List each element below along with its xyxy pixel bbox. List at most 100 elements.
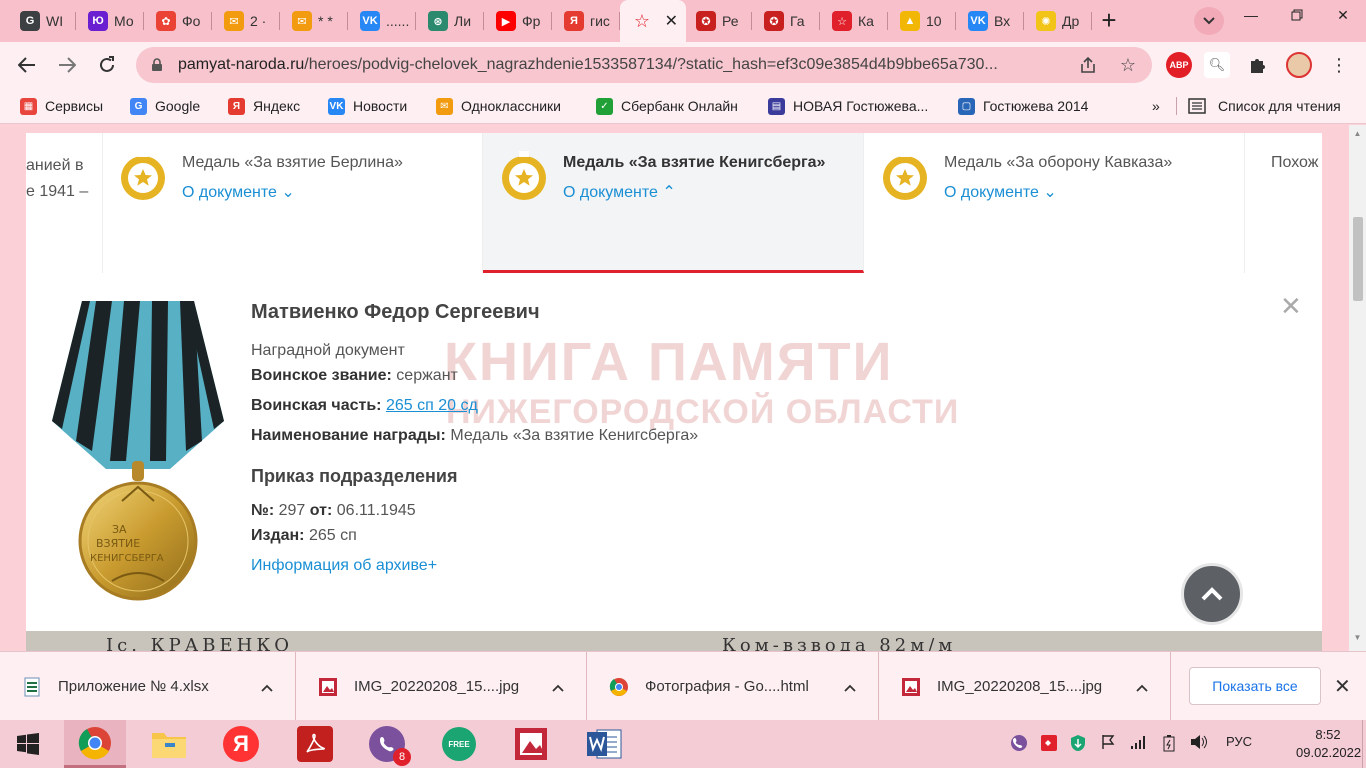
browser-tab[interactable]: Ю Мо	[76, 0, 144, 42]
chrome-file-icon	[609, 677, 628, 696]
rank-value: сержант	[396, 367, 458, 384]
bookmarks-overflow-button[interactable]: »	[1152, 95, 1160, 117]
scrollbar-thumb[interactable]	[1353, 217, 1363, 301]
bookmark-item[interactable]: ✓ Сбербанк Онлайн	[596, 95, 738, 117]
anydesk-tray-icon[interactable]	[1040, 734, 1058, 755]
medal-card[interactable]: Медаль «За оборону Кавказа» О документе ⌄	[864, 133, 1245, 273]
scroll-up-arrow[interactable]: ▲	[1352, 129, 1363, 138]
bookmark-favicon-icon: ▦	[20, 97, 37, 115]
download-options-chevron-icon[interactable]	[261, 679, 273, 695]
medal-card[interactable]: Медаль «За взятие Кенигсберга» О документ…	[483, 133, 864, 273]
maximize-button[interactable]	[1274, 0, 1320, 30]
browser-tab[interactable]: ☆ ✕	[620, 0, 686, 42]
tab-favicon-icon: ⊛	[428, 11, 448, 31]
browser-tab[interactable]: VK Вх	[956, 0, 1024, 42]
browser-tab[interactable]: ✪ Га	[752, 0, 820, 42]
browser-tab[interactable]: ☆ Ка	[820, 0, 888, 42]
browser-tab[interactable]: ✿ Фо	[144, 0, 212, 42]
download-item[interactable]: IMG_20220208_15....jpg	[879, 652, 1171, 721]
download-item[interactable]: Фотография - Go....html	[587, 652, 879, 721]
taskbar-free-vpn[interactable]: FREE	[428, 720, 490, 768]
profile-avatar[interactable]	[1286, 52, 1312, 78]
medal-card[interactable]: Медаль «За взятие Берлина» О документе ⌄	[102, 133, 483, 273]
order-no-value: 297	[278, 502, 306, 519]
close-window-button[interactable]: ✕	[1320, 0, 1366, 30]
tab-label: Ре	[722, 13, 739, 29]
archive-info-link[interactable]: Информация об архиве+	[251, 557, 437, 575]
network-signal-icon[interactable]	[1130, 734, 1148, 753]
browser-tab[interactable]: G WI	[8, 0, 76, 42]
tab-search-button[interactable]	[1194, 7, 1224, 35]
browser-tab[interactable]: ✉ * *	[280, 0, 348, 42]
browser-tab[interactable]: ✪ Ре	[684, 0, 752, 42]
bookmark-item[interactable]: ▤ НОВАЯ Гостюжева...	[768, 95, 928, 117]
browser-tab[interactable]: ⊛ Ли	[416, 0, 484, 42]
share-icon[interactable]	[1078, 55, 1098, 75]
taskbar-acrobat[interactable]	[284, 720, 346, 768]
taskbar-word[interactable]	[574, 720, 636, 768]
minimize-button[interactable]: —	[1228, 0, 1274, 30]
browser-tab[interactable]: ✺ Др	[1024, 0, 1092, 42]
taskbar-image-viewer[interactable]	[500, 720, 562, 768]
shield-tray-icon[interactable]	[1070, 734, 1086, 755]
bookmark-star-icon[interactable]: ☆	[1118, 55, 1138, 75]
show-desktop-button[interactable]	[1362, 720, 1366, 768]
browser-tab[interactable]: ▲ 10	[888, 0, 956, 42]
forward-button[interactable]	[52, 50, 82, 80]
show-all-downloads-button[interactable]: Показать все	[1189, 667, 1321, 705]
browser-menu-button[interactable]: ⋮	[1326, 52, 1352, 78]
download-item[interactable]: Приложение № 4.xlsx	[0, 652, 296, 721]
start-button[interactable]	[0, 720, 56, 768]
download-options-chevron-icon[interactable]	[552, 679, 564, 695]
download-item[interactable]: IMG_20220208_15....jpg	[296, 652, 587, 721]
bookmark-item[interactable]: G Google	[130, 95, 200, 117]
new-tab-button[interactable]: +	[1094, 6, 1124, 36]
partial-medal-card[interactable]: анией в е 1941 –	[26, 153, 88, 205]
unit-link[interactable]: 265 сп 20 сд	[386, 397, 478, 414]
lock-icon[interactable]	[150, 58, 164, 72]
search-extension-icon[interactable]: 🔍︎	[1204, 52, 1230, 78]
bookmark-favicon-icon: Я	[228, 97, 245, 115]
tab-close-icon[interactable]: ✕	[665, 11, 678, 31]
bookmark-item[interactable]: Я Яндекс	[228, 95, 300, 117]
image-viewer-icon	[515, 728, 547, 760]
browser-tab[interactable]: VK......	[348, 0, 416, 42]
bookmark-item[interactable]: VK Новости	[328, 95, 407, 117]
about-document-toggle[interactable]: О документе ⌄	[182, 182, 295, 202]
volume-icon[interactable]	[1190, 734, 1208, 753]
scroll-to-top-button[interactable]	[1181, 563, 1243, 625]
bookmark-label: Сбербанк Онлайн	[621, 98, 738, 114]
browser-tab[interactable]: ▶ Фр	[484, 0, 552, 42]
taskbar-yandex-browser[interactable]: Я	[210, 720, 272, 768]
about-document-toggle[interactable]: О документе ⌃	[563, 182, 676, 202]
download-options-chevron-icon[interactable]	[844, 679, 856, 695]
back-button[interactable]	[12, 50, 42, 80]
partial-medal-card-right[interactable]: Похож	[1271, 154, 1318, 172]
address-bar[interactable]: pamyat-naroda.ru/heroes/podvig-chelovek_…	[136, 47, 1152, 83]
taskbar-file-explorer[interactable]	[138, 720, 200, 768]
download-options-chevron-icon[interactable]	[1136, 679, 1148, 695]
close-icon[interactable]: ✕	[1280, 291, 1302, 322]
bookmark-label: Гостюжева 2014	[983, 98, 1089, 114]
browser-tab[interactable]: Ягис	[552, 0, 620, 42]
close-downloads-bar-button[interactable]: ✕	[1334, 674, 1351, 699]
system-clock[interactable]: 8:52 09.02.2022	[1296, 726, 1361, 762]
scroll-down-arrow[interactable]: ▼	[1352, 633, 1363, 642]
browser-tab[interactable]: ✉ 2 ·	[212, 0, 280, 42]
bookmark-item[interactable]: ✉ Одноклассники	[436, 95, 561, 117]
reload-button[interactable]	[92, 50, 122, 80]
taskbar-viber[interactable]: 8	[356, 720, 418, 768]
flag-tray-icon[interactable]	[1100, 734, 1116, 753]
adblock-extension-icon[interactable]: ABP	[1166, 52, 1192, 78]
extensions-puzzle-icon[interactable]	[1245, 52, 1271, 78]
taskbar-chrome[interactable]	[64, 720, 126, 768]
url-text[interactable]: pamyat-naroda.ru/heroes/podvig-chelovek_…	[178, 56, 1058, 74]
about-document-toggle[interactable]: О документе ⌄	[944, 182, 1057, 202]
viber-tray-icon[interactable]	[1010, 734, 1028, 755]
language-indicator[interactable]: РУС	[1226, 734, 1252, 749]
bookmark-item[interactable]: ▦ Сервисы	[20, 95, 103, 117]
reading-list-button[interactable]: Список для чтения	[1188, 95, 1341, 117]
bookmark-item[interactable]: ▢ Гостюжева 2014	[958, 95, 1088, 117]
battery-icon[interactable]	[1160, 734, 1178, 755]
page-scrollbar[interactable]: ▲ ▼	[1349, 125, 1366, 651]
